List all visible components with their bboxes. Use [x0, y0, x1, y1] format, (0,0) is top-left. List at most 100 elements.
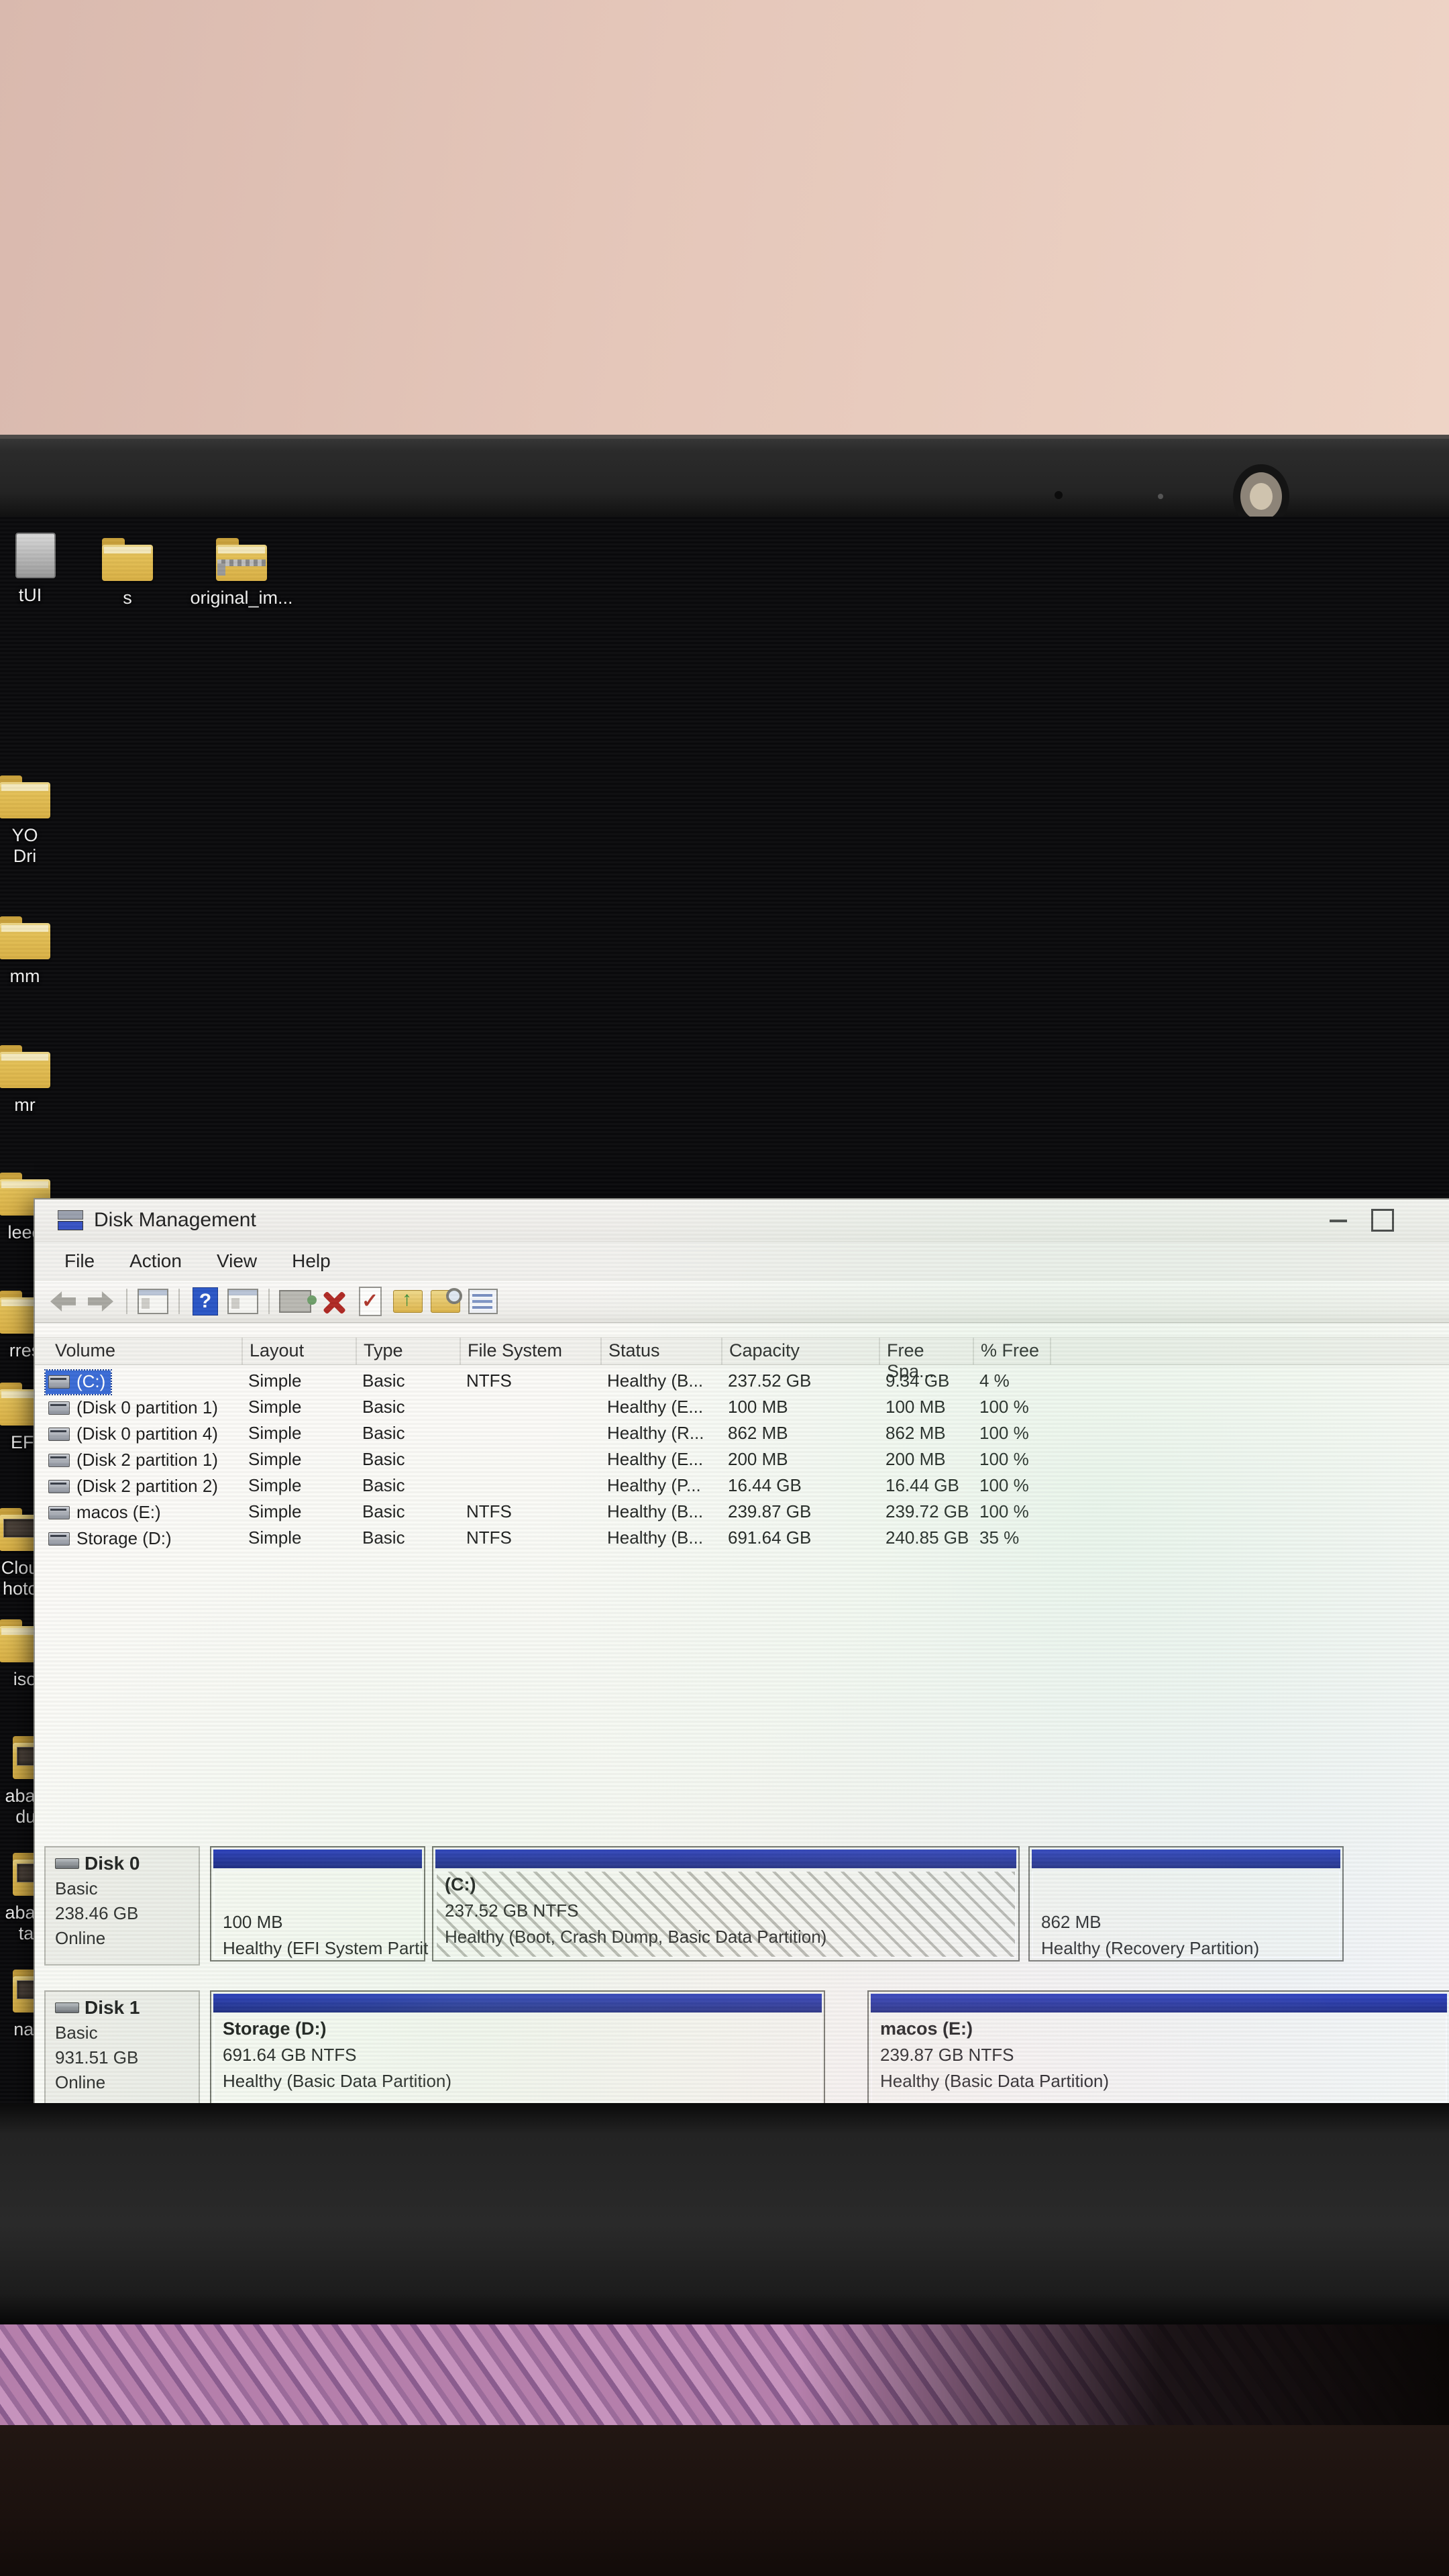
partition-box[interactable]: macos (E:)239.87 GB NTFSHealthy (Basic D…: [867, 1990, 1449, 2103]
volume-label[interactable]: (Disk 0 partition 1): [46, 1397, 223, 1420]
cell-volume: (Disk 2 partition 1): [46, 1449, 223, 1472]
open-folder-up-icon[interactable]: [391, 1287, 425, 1316]
volume-name: (Disk 0 partition 4): [76, 1424, 218, 1444]
folder-icon: [0, 771, 53, 820]
desktop-icon-label: YO Dri: [0, 825, 82, 867]
desktop-icon-yo-dri[interactable]: YO Dri: [0, 771, 82, 867]
partition-box[interactable]: Storage (D:)691.64 GB NTFSHealthy (Basic…: [210, 1990, 825, 2103]
partition-status: Healthy (EFI System Partit: [223, 1938, 422, 1959]
console-tree-icon[interactable]: [136, 1287, 170, 1316]
table-row[interactable]: macos (E:)SimpleBasicNTFSHealthy (B...23…: [35, 1499, 1449, 1525]
disk-header[interactable]: Disk 1Basic931.51 GBOnline: [44, 1990, 200, 2103]
cell-volume: (Disk 0 partition 1): [46, 1397, 223, 1420]
cell-volume: (Disk 2 partition 2): [46, 1475, 223, 1499]
partition-body: macos (E:)239.87 GB NTFSHealthy (Basic D…: [871, 2015, 1447, 2102]
column-header-Type[interactable]: Type: [357, 1338, 461, 1364]
partition-body: 100 MBHealthy (EFI System Partit: [213, 1870, 422, 1958]
desktop-icon-mm[interactable]: mm: [0, 912, 82, 987]
column-header-% Free[interactable]: % Free: [974, 1338, 1051, 1364]
cell-type: Basic: [362, 1527, 405, 1548]
device-view-icon[interactable]: [278, 1287, 312, 1316]
cell-capacity: 16.44 GB: [728, 1475, 802, 1496]
table-row[interactable]: (Disk 0 partition 4)SimpleBasicHealthy (…: [35, 1420, 1449, 1446]
cell-capacity: 691.64 GB: [728, 1527, 811, 1548]
action-pane-icon: [227, 1289, 258, 1314]
partition-body: (C:)237.52 GB NTFSHealthy (Boot, Crash D…: [435, 1870, 1016, 1958]
column-header-Capacity[interactable]: Capacity: [722, 1338, 880, 1364]
cell-pct: 100 %: [979, 1397, 1029, 1417]
column-header-File System[interactable]: File System: [461, 1338, 602, 1364]
column-header-Volume[interactable]: Volume: [48, 1338, 243, 1364]
cell-status: Healthy (B...: [607, 1371, 703, 1391]
volume-icon: [48, 1428, 70, 1441]
cell-free: 9.34 GB: [885, 1371, 949, 1391]
selected-volume[interactable]: (C:): [46, 1371, 111, 1394]
drive-icon: [55, 2002, 79, 2013]
table-row[interactable]: Storage (D:)SimpleBasicNTFSHealthy (B...…: [35, 1525, 1449, 1551]
cell-fs: NTFS: [466, 1501, 512, 1522]
console-tree-icon: [138, 1289, 168, 1314]
cell-type: Basic: [362, 1475, 405, 1496]
partition-box[interactable]: 862 MBHealthy (Recovery Partition): [1028, 1846, 1344, 1962]
table-row[interactable]: (Disk 2 partition 1)SimpleBasicHealthy (…: [35, 1446, 1449, 1472]
volume-label[interactable]: Storage (D:): [46, 1527, 177, 1551]
desktop-icon-original-im-[interactable]: original_im...: [184, 534, 299, 608]
volume-label[interactable]: (Disk 0 partition 4): [46, 1423, 223, 1446]
menu-item-file[interactable]: File: [47, 1246, 112, 1276]
partition-status: Healthy (Basic Data Partition): [223, 2071, 822, 2092]
toolbar-separator: [268, 1289, 270, 1314]
partition-size: 691.64 GB NTFS: [223, 2045, 822, 2065]
maximize-icon[interactable]: [1371, 1209, 1394, 1232]
column-header-filler[interactable]: [1051, 1338, 1449, 1364]
cell-volume: (C:): [46, 1371, 111, 1394]
cell-free: 200 MB: [885, 1449, 946, 1470]
action-pane-icon[interactable]: [226, 1287, 260, 1316]
menu-item-view[interactable]: View: [199, 1246, 274, 1276]
volume-label[interactable]: (Disk 2 partition 2): [46, 1475, 223, 1499]
back-icon: [50, 1291, 76, 1311]
desktop-icon-label: mm: [0, 966, 82, 987]
cell-status: Healthy (R...: [607, 1423, 704, 1444]
properties-icon: [468, 1289, 498, 1314]
volume-name: (Disk 2 partition 1): [76, 1450, 218, 1470]
back-icon[interactable]: [46, 1287, 80, 1316]
menu-item-action[interactable]: Action: [112, 1246, 199, 1276]
desktop-icon-mr[interactable]: mr: [0, 1041, 82, 1116]
volume-label[interactable]: macos (E:): [46, 1501, 166, 1525]
partition-box[interactable]: 100 MBHealthy (EFI System Partit: [210, 1846, 425, 1962]
minimize-icon[interactable]: [1330, 1220, 1347, 1222]
column-header-Status[interactable]: Status: [602, 1338, 722, 1364]
volume-name: Storage (D:): [76, 1528, 172, 1549]
forward-icon[interactable]: [84, 1287, 117, 1316]
volume-label[interactable]: (Disk 2 partition 1): [46, 1449, 223, 1472]
microphone-dot: [1055, 491, 1063, 499]
cell-capacity: 200 MB: [728, 1449, 788, 1470]
delete-volume-icon[interactable]: [316, 1287, 350, 1316]
volume-icon: [48, 1506, 70, 1519]
desktop-icon-s[interactable]: s: [70, 534, 184, 608]
check-volume-icon: [359, 1287, 382, 1316]
check-volume-icon[interactable]: [354, 1287, 387, 1316]
partition-size: 237.52 GB NTFS: [445, 1900, 1016, 1921]
cell-status: Healthy (P...: [607, 1475, 701, 1496]
disk-header[interactable]: Disk 0Basic238.46 GBOnline: [44, 1846, 200, 1966]
volume-name: (Disk 0 partition 1): [76, 1397, 218, 1418]
cell-status: Healthy (B...: [607, 1527, 703, 1548]
photo-of-laptop: tUIsoriginal_im...YO DrimmmrleeerresEFIC…: [0, 0, 1449, 2576]
volume-icon: [48, 1532, 70, 1546]
properties-icon[interactable]: [466, 1287, 500, 1316]
table-row[interactable]: (Disk 0 partition 1)SimpleBasicHealthy (…: [35, 1394, 1449, 1420]
table-row[interactable]: (C:)SimpleBasicNTFSHealthy (B...237.52 G…: [35, 1368, 1449, 1394]
partition-box[interactable]: (C:)237.52 GB NTFSHealthy (Boot, Crash D…: [432, 1846, 1020, 1962]
drive-icon: [55, 1858, 79, 1869]
help-icon[interactable]: ?: [189, 1287, 222, 1316]
disk-management-window: Disk Management FileActionViewHelp ? Vol…: [34, 1198, 1449, 2103]
menu-item-help[interactable]: Help: [274, 1246, 348, 1276]
column-header-Layout[interactable]: Layout: [243, 1338, 357, 1364]
window-titlebar[interactable]: Disk Management: [35, 1199, 1449, 1241]
partition-name: macos (E:): [880, 2019, 1447, 2039]
search-folder-icon[interactable]: [429, 1287, 462, 1316]
table-row[interactable]: (Disk 2 partition 2)SimpleBasicHealthy (…: [35, 1472, 1449, 1499]
column-header-Free Spa...[interactable]: Free Spa...: [880, 1338, 974, 1364]
volume-list-pane: VolumeLayoutTypeFile SystemStatusCapacit…: [35, 1324, 1449, 2103]
